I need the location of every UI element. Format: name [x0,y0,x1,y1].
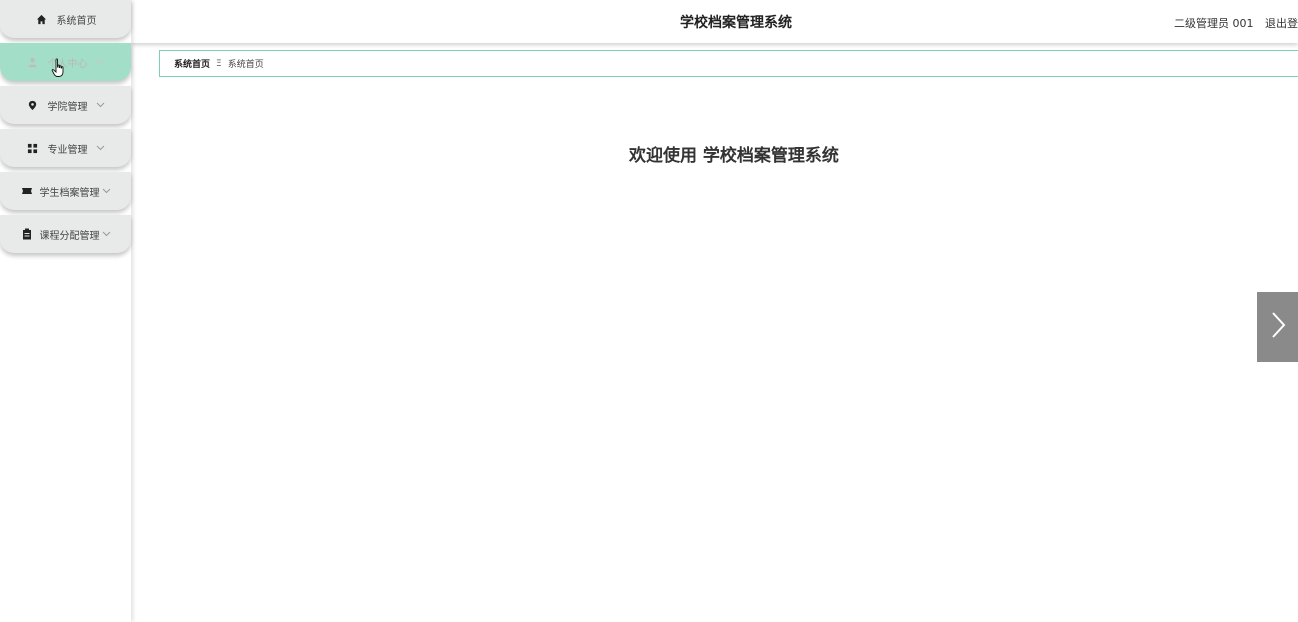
user-label: 二级管理员 001 [1174,17,1254,30]
user-area: 二级管理员 001 退出登 [1166,15,1298,31]
sidebar-item-home[interactable]: 系统首页 [0,0,131,38]
breadcrumb: 系统首页 Ξ 系统首页 [159,50,1298,77]
hand-cursor-icon [51,58,65,78]
sidebar-item-label: 学院管理 [47,101,88,113]
chevron-down-icon [96,143,106,153]
chevron-down-icon [96,100,106,110]
sidebar-item-label: 专业管理 [47,144,88,156]
user-icon [26,55,40,69]
breadcrumb-current: 系统首页 [174,60,211,70]
chevron-right-icon [1270,311,1286,343]
next-button[interactable] [1257,292,1298,362]
sidebar-item-label: 课程分配管理 [39,230,100,242]
sidebar-item-major[interactable]: 专业管理 [0,129,131,167]
chevron-down-icon [96,57,106,67]
sidebar-item-course-allocation[interactable]: 课程分配管理 [0,215,131,253]
chevron-down-icon [102,186,112,196]
ticket-icon [20,184,34,198]
logout-link[interactable]: 退出登 [1265,17,1298,30]
sidebar-item-profile[interactable]: 个人中心 [0,43,131,81]
location-pin-icon [26,98,40,112]
sidebar: 系统首页 个人中心 学院管理 专业管理 学生档案管理 课程分配管理 [0,0,131,622]
sidebar-item-label: 学生档案管理 [39,187,100,199]
app-title: 学校档案管理系统 [680,15,792,31]
home-icon [35,12,49,26]
grid-icon [26,141,40,155]
chevron-down-icon [102,229,112,239]
sidebar-item-college[interactable]: 学院管理 [0,86,131,124]
breadcrumb-separator: Ξ [216,58,222,69]
breadcrumb-link[interactable]: 系统首页 [228,57,264,70]
welcome-heading: 欢迎使用 学校档案管理系统 [629,146,839,166]
clipboard-icon [20,227,34,241]
top-bar: 学校档案管理系统 二级管理员 001 退出登 [131,0,1298,43]
sidebar-item-student-archive[interactable]: 学生档案管理 [0,172,131,210]
sidebar-item-label: 系统首页 [56,15,97,27]
